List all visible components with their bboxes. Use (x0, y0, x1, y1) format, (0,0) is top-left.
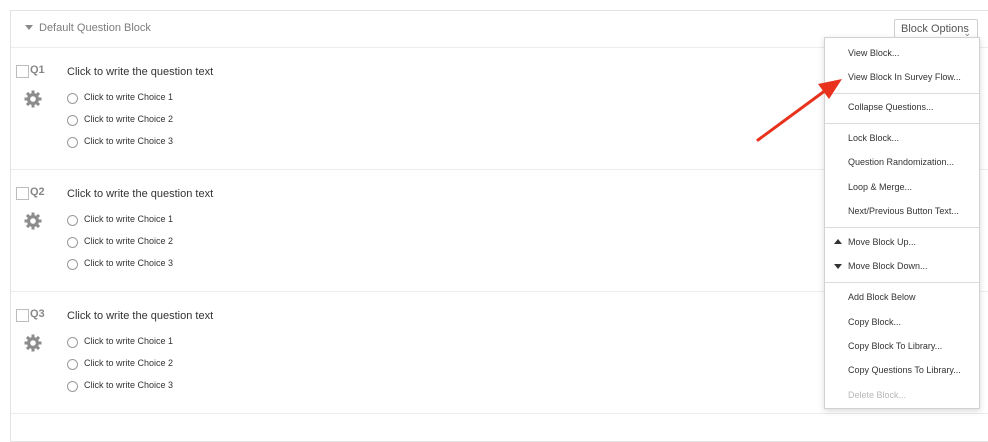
question-text[interactable]: Click to write the question text (67, 66, 213, 78)
menu-item-label: Copy Block... (848, 317, 902, 327)
menu-item-copy-block[interactable]: Copy Block... (825, 311, 979, 333)
gear-icon[interactable] (23, 89, 43, 109)
menu-item-label: Move Block Down... (848, 261, 928, 271)
menu-item-next-previous-button-text[interactable]: Next/Previous Button Text... (825, 200, 979, 222)
menu-item-label: View Block In Survey Flow... (848, 72, 961, 82)
menu-item-label: Lock Block... (848, 133, 900, 143)
menu-item-collapse-questions[interactable]: Collapse Questions... (825, 96, 979, 118)
block-options-label: Block Options (901, 23, 969, 35)
choice-label[interactable]: Click to write Choice 1 (84, 336, 173, 346)
question-text[interactable]: Click to write the question text (67, 310, 213, 322)
question-text[interactable]: Click to write the question text (67, 188, 213, 200)
choice-label[interactable]: Click to write Choice 2 (84, 114, 173, 124)
menu-divider (825, 123, 979, 124)
menu-divider (825, 93, 979, 94)
menu-item-label: Delete Block... (848, 390, 907, 400)
menu-item-move-block-up[interactable]: Move Block Up... (825, 231, 979, 253)
choice-label[interactable]: Click to write Choice 3 (84, 380, 173, 390)
triangle-down-icon (834, 264, 842, 269)
menu-item-label: Copy Questions To Library... (848, 365, 961, 375)
choice-label[interactable]: Click to write Choice 1 (84, 214, 173, 224)
menu-item-label: Move Block Up... (848, 237, 917, 247)
block-options-button[interactable]: Block Options ⌄ (894, 19, 978, 39)
choice-label[interactable]: Click to write Choice 3 (84, 258, 173, 268)
radio-button[interactable] (67, 259, 78, 270)
menu-item-loop-merge[interactable]: Loop & Merge... (825, 176, 979, 198)
question-checkbox[interactable] (16, 65, 29, 78)
block-options-menu: View Block... View Block In Survey Flow.… (824, 37, 980, 409)
menu-item-label: Loop & Merge... (848, 182, 913, 192)
choice-label[interactable]: Click to write Choice 2 (84, 236, 173, 246)
choice-label[interactable]: Click to write Choice 1 (84, 92, 173, 102)
menu-item-label: Question Randomization... (848, 157, 955, 167)
menu-item-label: Add Block Below (848, 292, 916, 302)
gear-icon[interactable] (23, 333, 43, 353)
radio-button[interactable] (67, 115, 78, 126)
radio-button[interactable] (67, 337, 78, 348)
question-number: Q1 (30, 64, 45, 76)
menu-item-view-block-in-survey-flow[interactable]: View Block In Survey Flow... (825, 66, 979, 88)
menu-item-label: Collapse Questions... (848, 102, 934, 112)
menu-item-question-randomization[interactable]: Question Randomization... (825, 151, 979, 173)
menu-item-label: Next/Previous Button Text... (848, 206, 959, 216)
triangle-up-icon (834, 239, 842, 244)
radio-button[interactable] (67, 93, 78, 104)
menu-item-move-block-down[interactable]: Move Block Down... (825, 255, 979, 277)
gear-icon[interactable] (23, 211, 43, 231)
menu-divider (825, 282, 979, 283)
question-checkbox[interactable] (16, 309, 29, 322)
menu-item-add-block-below[interactable]: Add Block Below (825, 286, 979, 308)
choice-label[interactable]: Click to write Choice 3 (84, 136, 173, 146)
menu-divider (825, 227, 979, 228)
menu-item-label: View Block... (848, 48, 900, 58)
choice-label[interactable]: Click to write Choice 2 (84, 358, 173, 368)
menu-item-lock-block[interactable]: Lock Block... (825, 127, 979, 149)
radio-button[interactable] (67, 381, 78, 392)
radio-button[interactable] (67, 137, 78, 148)
menu-item-view-block[interactable]: View Block... (825, 42, 979, 64)
question-number: Q3 (30, 308, 45, 320)
question-number: Q2 (30, 186, 45, 198)
menu-item-copy-block-to-library[interactable]: Copy Block To Library... (825, 335, 979, 357)
menu-item-copy-questions-to-library[interactable]: Copy Questions To Library... (825, 359, 979, 381)
collapse-caret-icon[interactable] (25, 25, 33, 30)
menu-item-delete-block: Delete Block... (825, 384, 979, 406)
question-checkbox[interactable] (16, 187, 29, 200)
block-title: Default Question Block (39, 22, 151, 34)
menu-item-label: Copy Block To Library... (848, 341, 943, 351)
radio-button[interactable] (67, 359, 78, 370)
radio-button[interactable] (67, 215, 78, 226)
radio-button[interactable] (67, 237, 78, 248)
